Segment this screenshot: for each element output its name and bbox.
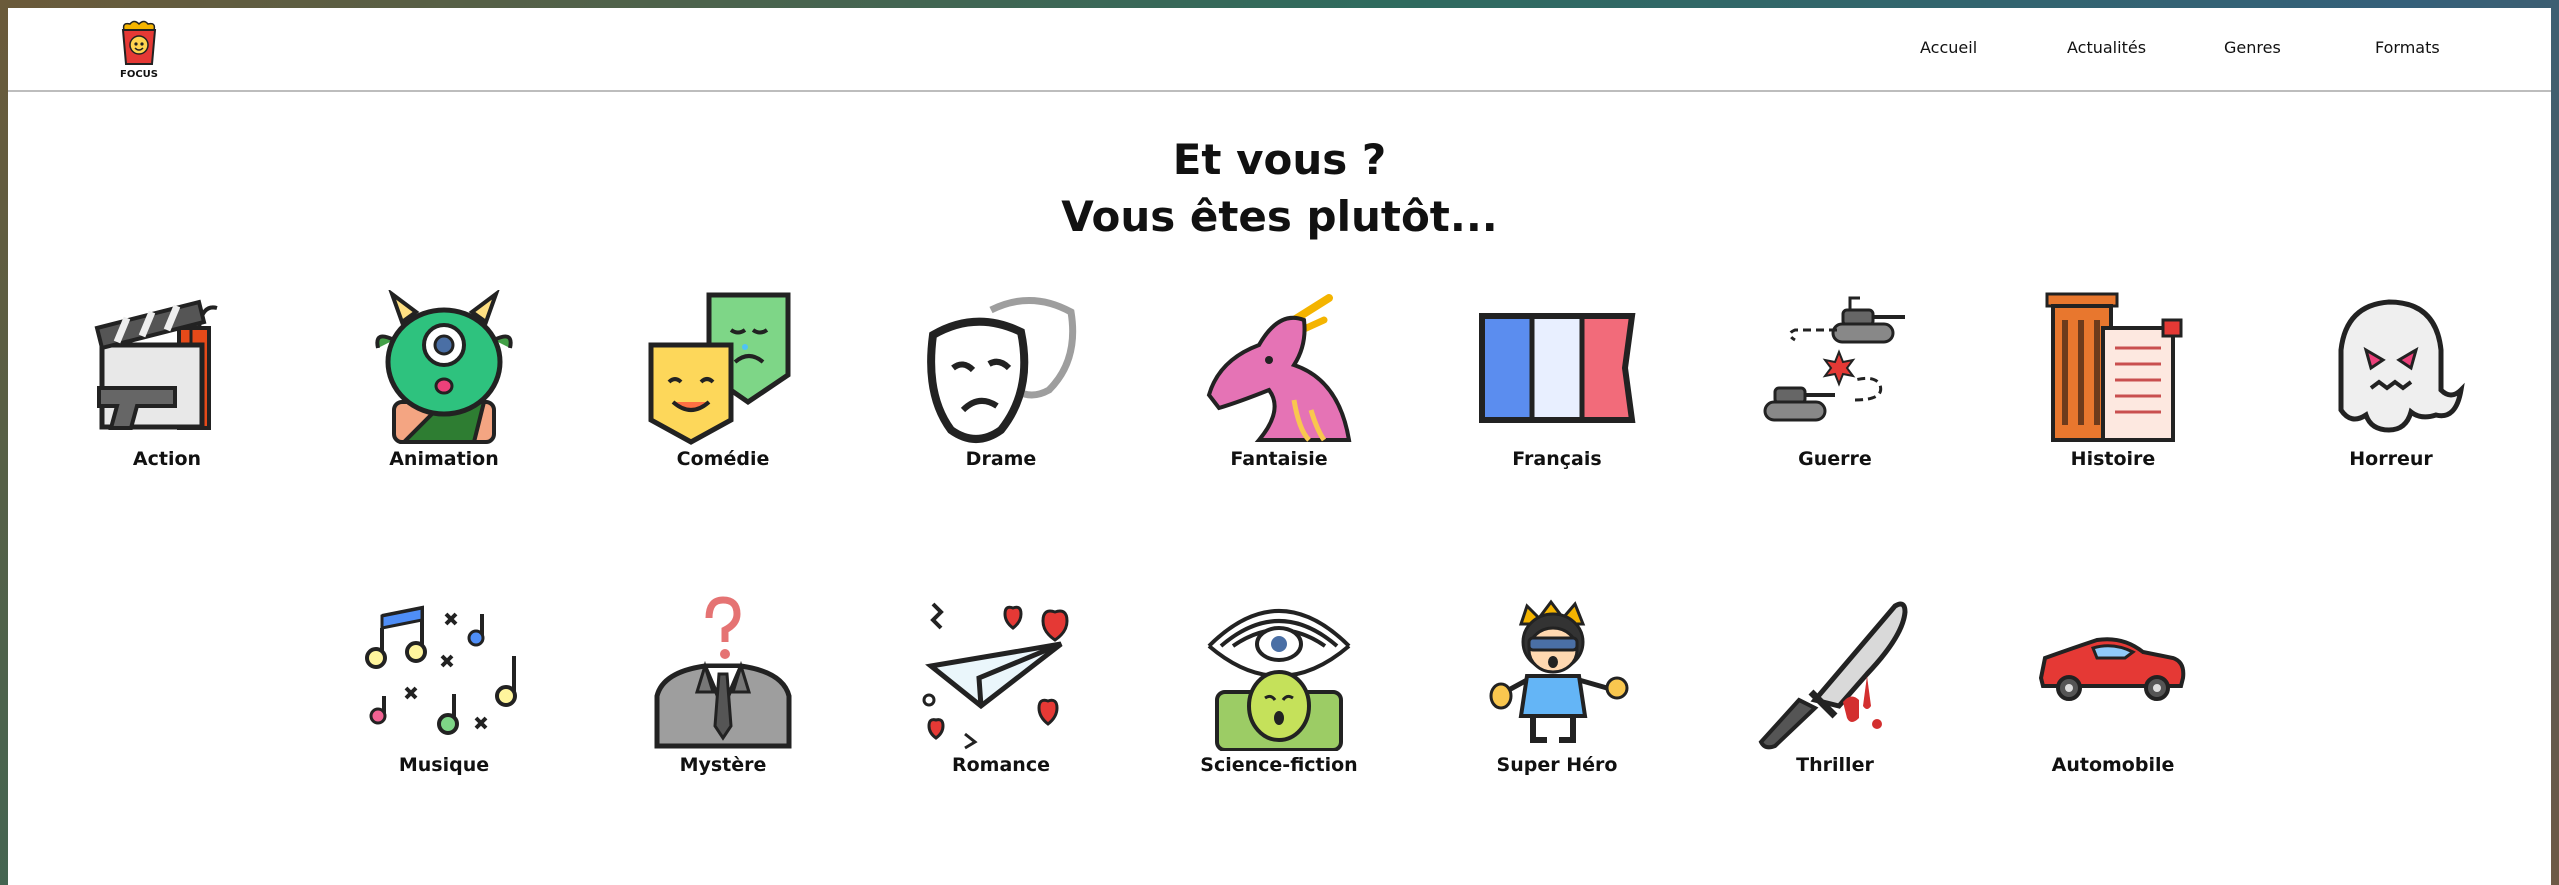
- genre-label-romance: Romance: [952, 754, 1050, 776]
- genre-label-mystere: Mystère: [679, 754, 767, 776]
- genre-card-horreur[interactable]: Horreur: [2291, 290, 2491, 470]
- genre-label-horreur: Horreur: [2349, 448, 2433, 470]
- question-suit-icon: [654, 596, 792, 749]
- genre-label-thriller: Thriller: [1796, 754, 1874, 776]
- column-scroll-icon: [2045, 292, 2183, 442]
- navbar: FOCUS Accueil Actualités Genres Formats: [8, 8, 2551, 92]
- genre-card-francais[interactable]: Français: [1457, 290, 1657, 470]
- nav-accueil[interactable]: Accueil: [1920, 38, 1977, 57]
- genre-card-drame[interactable]: Drame: [901, 290, 1101, 470]
- page-title-line2: Vous êtes plutôt...: [1061, 192, 1498, 241]
- theater-masks-icon: [648, 292, 791, 445]
- genre-label-animation: Animation: [389, 448, 499, 470]
- nav-genres[interactable]: Genres: [2224, 38, 2281, 57]
- genre-label-drame: Drame: [965, 448, 1037, 470]
- logo-text: FOCUS: [120, 69, 158, 80]
- genre-label-action: Action: [132, 448, 202, 470]
- genre-label-automobile: Automobile: [2051, 754, 2175, 776]
- browser-window: FOCUS Accueil Actualités Genres Formats …: [8, 8, 2551, 885]
- french-flag-icon: [1479, 313, 1636, 423]
- genre-label-science-fiction: Science-fiction: [1200, 754, 1358, 776]
- genre-card-thriller[interactable]: Thriller: [1735, 596, 1935, 776]
- dragon-icon: [1206, 294, 1352, 442]
- genre-label-musique: Musique: [398, 754, 490, 776]
- genre-card-guerre[interactable]: Guerre: [1735, 290, 1935, 470]
- genre-card-mystere[interactable]: Mystère: [623, 596, 823, 776]
- genre-label-histoire: Histoire: [2070, 448, 2156, 470]
- page-title-line1: Et vous ?: [1172, 135, 1387, 184]
- nav-actualites[interactable]: Actualités: [2067, 38, 2146, 57]
- alien-eye-icon: [1207, 609, 1351, 751]
- genre-card-super-hero[interactable]: Super Héro: [1457, 596, 1657, 776]
- genre-card-science-fiction[interactable]: Science-fiction: [1179, 596, 1379, 776]
- genre-label-guerre: Guerre: [1798, 448, 1872, 470]
- bloody-knife-icon: [1758, 601, 1908, 750]
- genre-card-action[interactable]: Action: [67, 290, 267, 470]
- sports-car-icon: [2038, 637, 2186, 701]
- genre-card-musique[interactable]: Musique: [344, 596, 544, 776]
- genre-label-francais: Français: [1512, 448, 1602, 470]
- genre-card-romance[interactable]: Romance: [901, 596, 1101, 776]
- superhero-icon: [1489, 599, 1629, 743]
- genre-label-super-hero: Super Héro: [1496, 754, 1618, 776]
- genre-card-fantaisie[interactable]: Fantaisie: [1179, 290, 1379, 470]
- genre-card-automobile[interactable]: Automobile: [2013, 596, 2213, 776]
- focus-logo[interactable]: FOCUS: [112, 20, 166, 80]
- genre-label-comedie: Comédie: [676, 448, 770, 470]
- genre-card-animation[interactable]: Animation: [344, 290, 544, 470]
- sad-mask-icon: [927, 297, 1077, 443]
- clapperboard-gun-icon: [94, 299, 218, 430]
- genre-label-fantaisie: Fantaisie: [1230, 448, 1328, 470]
- nav-formats[interactable]: Formats: [2375, 38, 2440, 57]
- cyclops-monster-icon: [375, 290, 513, 444]
- ghost-icon: [2338, 299, 2465, 433]
- genre-card-comedie[interactable]: Comédie: [623, 290, 823, 470]
- music-notes-icon: [365, 605, 517, 735]
- tanks-icon: [1763, 296, 1905, 422]
- genre-card-histoire[interactable]: Histoire: [2013, 290, 2213, 470]
- paper-plane-hearts-icon: [922, 602, 1069, 750]
